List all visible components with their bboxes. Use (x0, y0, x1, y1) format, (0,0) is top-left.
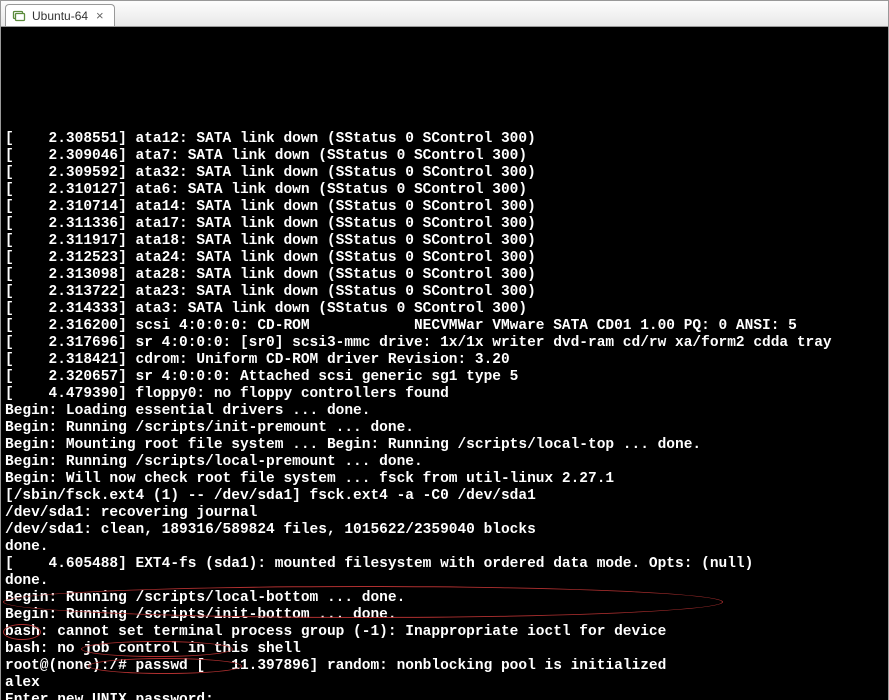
console-line: [/sbin/fsck.ext4 (1) -- /dev/sda1] fsck.… (5, 488, 884, 505)
console-line: Begin: Running /scripts/local-bottom ...… (5, 590, 884, 607)
console-line: [ 2.318421] cdrom: Uniform CD-ROM driver… (5, 352, 884, 369)
console-line: [ 2.311917] ata18: SATA link down (SStat… (5, 233, 884, 250)
tab-ubuntu[interactable]: Ubuntu-64 × (5, 4, 115, 26)
console-line: /dev/sda1: recovering journal (5, 505, 884, 522)
console-line: Begin: Loading essential drivers ... don… (5, 403, 884, 420)
close-icon[interactable]: × (94, 9, 106, 22)
console-line: [ 2.309592] ata32: SATA link down (SStat… (5, 165, 884, 182)
console-line: Enter new UNIX password: (5, 692, 884, 700)
console-line: /dev/sda1: clean, 189316/589824 files, 1… (5, 522, 884, 539)
console-line: root@(none):/# passwd [ 11.397896] rando… (5, 658, 884, 675)
console-line: alex (5, 675, 884, 692)
console-line: [ 2.314333] ata3: SATA link down (SStatu… (5, 301, 884, 318)
console-line: Begin: Running /scripts/init-premount ..… (5, 420, 884, 437)
console-line: done. (5, 539, 884, 556)
vm-icon (12, 9, 26, 23)
console-line: [ 2.310127] ata6: SATA link down (SStatu… (5, 182, 884, 199)
console-line: done. (5, 573, 884, 590)
tab-bar: Ubuntu-64 × (1, 1, 888, 27)
console-line: [ 4.479390] floppy0: no floppy controlle… (5, 386, 884, 403)
console-line: bash: no job control in this shell (5, 641, 884, 658)
tab-label: Ubuntu-64 (32, 9, 88, 23)
console-line: [ 2.310714] ata14: SATA link down (SStat… (5, 199, 884, 216)
console-line: [ 2.313722] ata23: SATA link down (SStat… (5, 284, 884, 301)
console-line: bash: cannot set terminal process group … (5, 624, 884, 641)
console-line: [ 2.313098] ata28: SATA link down (SStat… (5, 267, 884, 284)
console-line: [ 2.308551] ata12: SATA link down (SStat… (5, 131, 884, 148)
console-line: [ 2.317696] sr 4:0:0:0: [sr0] scsi3-mmc … (5, 335, 884, 352)
console-line: [ 2.320657] sr 4:0:0:0: Attached scsi ge… (5, 369, 884, 386)
console-line: [ 2.312523] ata24: SATA link down (SStat… (5, 250, 884, 267)
console-line: Begin: Running /scripts/local-premount .… (5, 454, 884, 471)
console-line: [ 2.309046] ata7: SATA link down (SStatu… (5, 148, 884, 165)
console-line: [ 2.316200] scsi 4:0:0:0: CD-ROM NECVMWa… (5, 318, 884, 335)
console-line: Begin: Mounting root file system ... Beg… (5, 437, 884, 454)
console-line: [ 2.311336] ata17: SATA link down (SStat… (5, 216, 884, 233)
console-line: Begin: Will now check root file system .… (5, 471, 884, 488)
console-output[interactable]: [ 2.308551] ata12: SATA link down (SStat… (1, 27, 888, 700)
console-line: Begin: Running /scripts/init-bottom ... … (5, 607, 884, 624)
console-line: [ 4.605488] EXT4-fs (sda1): mounted file… (5, 556, 884, 573)
